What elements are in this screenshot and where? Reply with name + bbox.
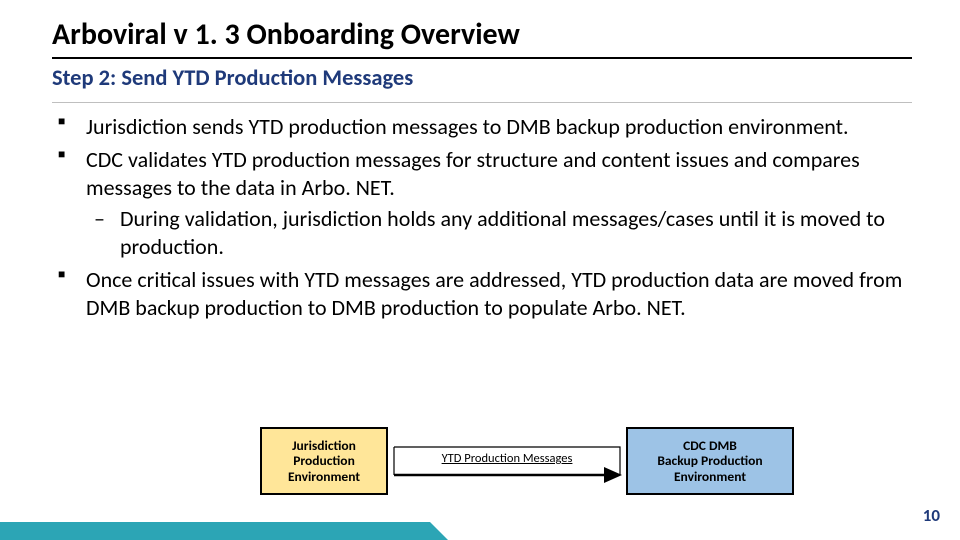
bullet-item: Jurisdiction sends YTD production messag… — [52, 113, 912, 141]
diagram-arrow: YTD Production Messages — [392, 445, 622, 485]
diagram-box-jurisdiction: JurisdictionProductionEnvironment — [260, 427, 388, 495]
title-rule — [52, 57, 912, 59]
diagram-arrow-label: YTD Production Messages — [392, 451, 622, 466]
bullet-text: CDC validates YTD production messages fo… — [86, 146, 860, 201]
flow-diagram: JurisdictionProductionEnvironment YTD Pr… — [0, 427, 960, 517]
slide-title: Arboviral v 1. 3 Onboarding Overview — [52, 18, 912, 53]
slide: Arboviral v 1. 3 Onboarding Overview Ste… — [0, 0, 960, 540]
bullet-item: Once critical issues with YTD messages a… — [52, 266, 912, 321]
diagram-box-cdc: CDC DMBBackup ProductionEnvironment — [626, 427, 794, 495]
sub-bullet-list: During validation, jurisdiction holds an… — [86, 205, 912, 260]
sub-bullet-item: During validation, jurisdiction holds an… — [86, 205, 912, 260]
bullet-item: CDC validates YTD production messages fo… — [52, 146, 912, 260]
bullet-list: Jurisdiction sends YTD production messag… — [52, 113, 912, 322]
footer-bar — [0, 522, 960, 540]
subtitle-rule — [52, 102, 912, 103]
slide-subtitle: Step 2: Send YTD Production Messages — [52, 65, 912, 92]
footer-teal — [0, 522, 430, 540]
